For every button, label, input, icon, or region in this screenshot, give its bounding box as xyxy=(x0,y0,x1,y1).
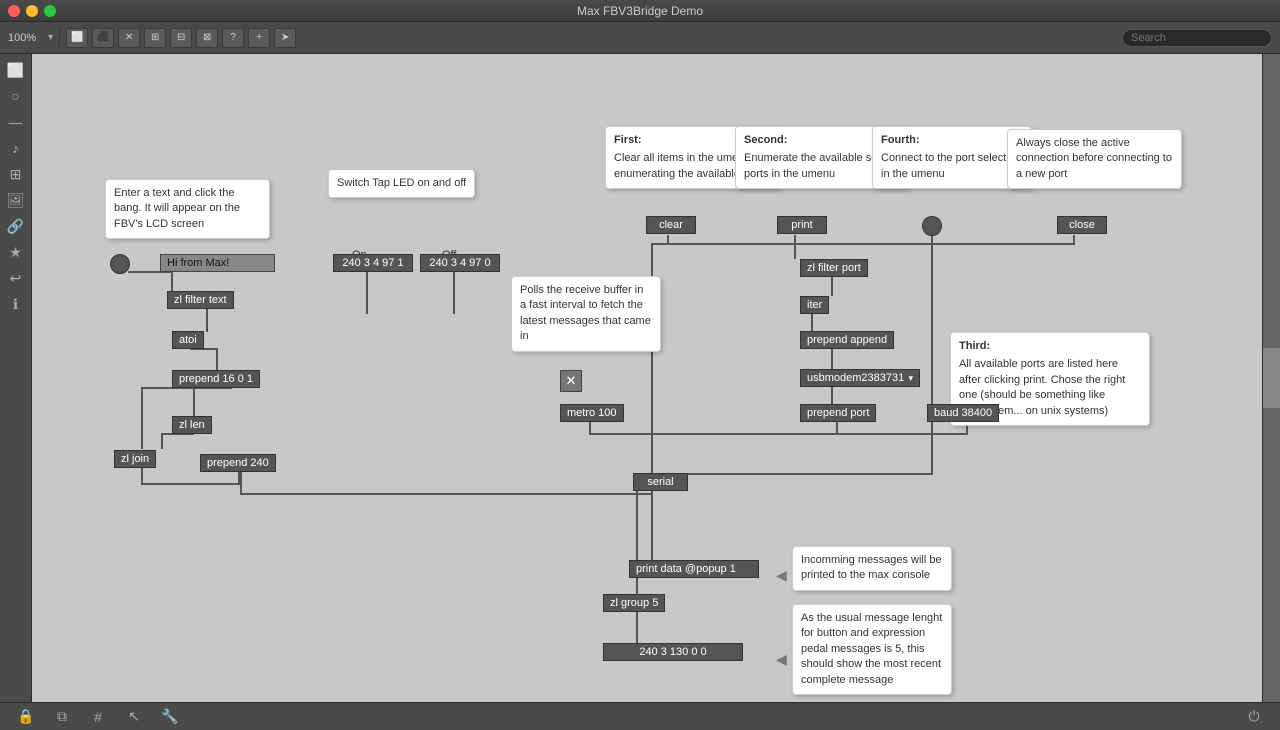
toolbar-separator xyxy=(59,29,60,47)
grid-icon[interactable]: # xyxy=(88,707,108,727)
sidebar-icon-box[interactable]: ⬜ xyxy=(4,58,28,82)
comment-incomming: Incomming messages will be printed to th… xyxy=(792,546,952,591)
sidebar-left: ⬜ ○ — ♪ ⊞ 🖼 🔗 ★ ↩ ℹ xyxy=(0,54,32,702)
traffic-lights[interactable] xyxy=(8,5,56,17)
window-title: Max FBV3Bridge Demo xyxy=(577,4,703,18)
print-data[interactable]: print data @popup 1 xyxy=(629,560,759,578)
serial[interactable]: serial xyxy=(633,473,688,491)
arrow-indicator-2: ◀ xyxy=(776,651,787,668)
sidebar-icon-grid[interactable]: ⊞ xyxy=(4,162,28,186)
wrench-icon[interactable]: 🔧 xyxy=(160,707,180,727)
sidebar-icon-link[interactable]: 🔗 xyxy=(4,214,28,238)
search-input[interactable] xyxy=(1122,29,1272,47)
close-button[interactable] xyxy=(8,5,20,17)
metro-100[interactable]: metro 100 xyxy=(560,404,624,422)
hi-from-max-input[interactable]: Hi from Max! xyxy=(160,254,275,272)
minimize-button[interactable] xyxy=(26,5,38,17)
sidebar-icon-minus[interactable]: — xyxy=(4,110,28,134)
toolbar-btn-1[interactable]: ⬜ xyxy=(66,28,88,48)
print-button[interactable]: print xyxy=(777,216,827,234)
clear-button[interactable]: clear xyxy=(646,216,696,234)
zl-group5[interactable]: zl group 5 xyxy=(603,594,665,612)
main-layout: ⬜ ○ — ♪ ⊞ 🖼 🔗 ★ ↩ ℹ xyxy=(0,54,1280,702)
comment-lcd: Enter a text and click the bang. It will… xyxy=(105,179,270,239)
sidebar-icon-circle[interactable]: ○ xyxy=(4,84,28,108)
toolbar-btn-add[interactable]: + xyxy=(248,28,270,48)
sidebar-icon-info[interactable]: ℹ xyxy=(4,292,28,316)
sidebar-icon-star[interactable]: ★ xyxy=(4,240,28,264)
dropdown-arrow-icon: ▾ xyxy=(908,373,913,384)
zoom-dropdown-icon[interactable]: ▾ xyxy=(48,32,53,43)
zl-filter-port[interactable]: zl filter port xyxy=(800,259,868,277)
prepend-16[interactable]: prepend 16 0 1 xyxy=(172,370,260,388)
bottombar: 🔒 ⧉ # ↖ 🔧 ⏻ xyxy=(0,702,1280,730)
comment-usual: As the usual message lenght for button a… xyxy=(792,604,952,695)
toolbar-btn-7[interactable]: ? xyxy=(222,28,244,48)
node-240-on[interactable]: 240 3 4 97 1 xyxy=(333,254,413,272)
cursor-icon[interactable]: ↖ xyxy=(124,707,144,727)
toolbar-btn-3[interactable]: ✕ xyxy=(118,28,140,48)
x-button[interactable]: ✕ xyxy=(560,370,582,392)
toolbar-btn-4[interactable]: ⊞ xyxy=(144,28,166,48)
comment-always: Always close the active connection befor… xyxy=(1007,129,1182,189)
prepend-port[interactable]: prepend port xyxy=(800,404,876,422)
sidebar-icon-note[interactable]: ♪ xyxy=(4,136,28,160)
toolbar-btn-5[interactable]: ⊟ xyxy=(170,28,192,48)
sidebar-icon-image[interactable]: 🖼 xyxy=(4,188,28,212)
comment-led: Switch Tap LED on and off xyxy=(328,169,475,198)
layers-icon[interactable]: ⧉ xyxy=(52,707,72,727)
zl-filter-text[interactable]: zl filter text xyxy=(167,291,234,309)
power-icon[interactable]: ⏻ xyxy=(1244,707,1264,727)
usbmodem-dropdown[interactable]: usbmodem2383731 ▾ xyxy=(800,369,920,387)
toolbar: 100% ▾ ⬜ ⬛ ✕ ⊞ ⊟ ⊠ ? + ➤ xyxy=(0,22,1280,54)
toolbar-btn-2[interactable]: ⬛ xyxy=(92,28,114,48)
toolbar-btn-arrow[interactable]: ➤ xyxy=(274,28,296,48)
baud[interactable]: baud 38400 xyxy=(927,404,999,422)
sidebar-right xyxy=(1262,54,1280,702)
prepend-append[interactable]: prepend append xyxy=(800,331,894,349)
atoi[interactable]: atoi xyxy=(172,331,204,349)
lock-icon[interactable]: 🔒 xyxy=(16,707,36,727)
node-240-130[interactable]: 240 3 130 0 0 xyxy=(603,643,743,661)
circle-button-left[interactable] xyxy=(110,254,130,274)
sidebar-icon-undo[interactable]: ↩ xyxy=(4,266,28,290)
iter[interactable]: iter xyxy=(800,296,829,314)
maximize-button[interactable] xyxy=(44,5,56,17)
close-button-node[interactable]: close xyxy=(1057,216,1107,234)
toolbar-btn-6[interactable]: ⊠ xyxy=(196,28,218,48)
titlebar: Max FBV3Bridge Demo xyxy=(0,0,1280,22)
comment-polls: Polls the receive buffer in a fast inter… xyxy=(511,276,661,352)
zl-len[interactable]: zl len xyxy=(172,416,212,434)
canvas-area: Enter a text and click the bang. It will… xyxy=(32,54,1262,702)
circle-button[interactable] xyxy=(922,216,942,236)
zoom-level: 100% xyxy=(8,32,36,44)
prepend-240[interactable]: prepend 240 xyxy=(200,454,276,472)
arrow-indicator-1: ◀ xyxy=(776,567,787,584)
node-240-off[interactable]: 240 3 4 97 0 xyxy=(420,254,500,272)
zl-join[interactable]: zl join xyxy=(114,450,156,468)
scrollbar-thumb[interactable] xyxy=(1263,348,1280,408)
